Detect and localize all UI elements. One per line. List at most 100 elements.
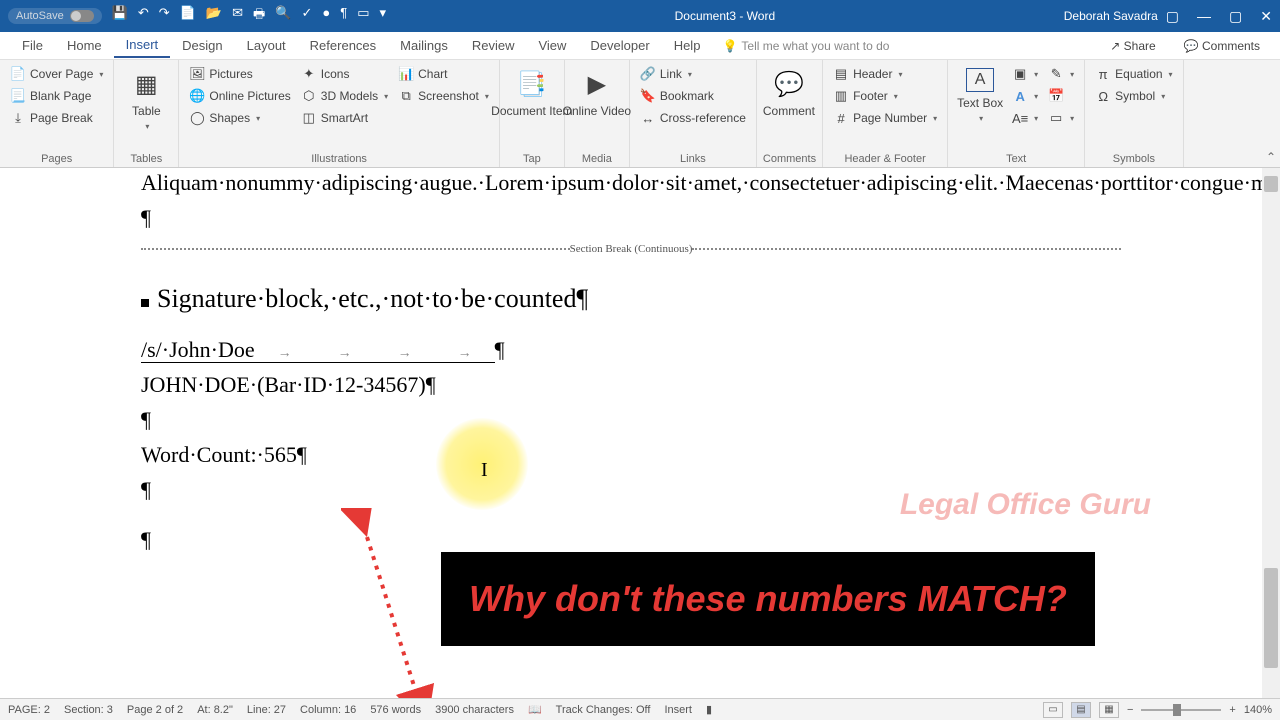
status-line[interactable]: Line: 27 xyxy=(247,704,286,716)
status-page[interactable]: PAGE: 2 xyxy=(8,704,50,716)
comments-button[interactable]: 💬 Comments xyxy=(1174,36,1270,56)
print-icon[interactable]: 🖶 xyxy=(253,5,265,27)
tab-mailings[interactable]: Mailings xyxy=(388,34,460,57)
spell-icon[interactable]: ✓ xyxy=(301,5,312,27)
zoom-out-button[interactable]: − xyxy=(1127,704,1133,716)
autosave-toggle[interactable]: AutoSave xyxy=(8,8,102,24)
tab-layout[interactable]: Layout xyxy=(235,34,298,57)
quick-parts-button[interactable]: ▣▾ xyxy=(1008,64,1042,84)
blank-page-button[interactable]: 📃Blank Page xyxy=(6,86,107,106)
text-box-icon: A xyxy=(966,68,994,92)
tab-design[interactable]: Design xyxy=(170,34,234,57)
view-read-mode[interactable]: ▭ xyxy=(1043,702,1063,718)
cross-reference-button[interactable]: ↔Cross-reference xyxy=(636,108,750,128)
status-macro-icon[interactable]: ▮ xyxy=(706,703,712,716)
online-video-button[interactable]: ▶Online Video xyxy=(571,64,623,122)
text-box-button[interactable]: AText Box▾ xyxy=(954,64,1006,128)
drop-cap-button[interactable]: A≡▾ xyxy=(1008,108,1042,128)
tab-help[interactable]: Help xyxy=(662,34,713,57)
comment-button[interactable]: 💬Comment xyxy=(763,64,815,122)
preview-icon[interactable]: 🔍 xyxy=(275,5,291,27)
date-time-button[interactable]: 📅 xyxy=(1044,86,1078,106)
save-icon[interactable]: 💾 xyxy=(112,5,128,27)
wordart-button[interactable]: A▾ xyxy=(1008,86,1042,106)
header-button[interactable]: ▤Header▾ xyxy=(829,64,941,84)
bookmark-icon: 🔖 xyxy=(640,88,656,104)
pilcrow-icon xyxy=(495,337,505,362)
tab-references[interactable]: References xyxy=(298,34,388,57)
status-insert-mode[interactable]: Insert xyxy=(664,704,692,716)
scroll-up-button[interactable] xyxy=(1264,176,1278,192)
tab-developer[interactable]: Developer xyxy=(578,34,661,57)
link-icon: 🔗 xyxy=(640,66,656,82)
document-item-button[interactable]: 📑Document Item xyxy=(506,64,558,122)
zoom-in-button[interactable]: + xyxy=(1229,704,1235,716)
tab-file[interactable]: File xyxy=(10,34,55,57)
close-icon[interactable]: ✕ xyxy=(1260,8,1272,25)
bookmark-button[interactable]: 🔖Bookmark xyxy=(636,86,750,106)
status-track-changes[interactable]: Track Changes: Off xyxy=(556,704,651,716)
status-page-of[interactable]: Page 2 of 2 xyxy=(127,704,183,716)
tab-review[interactable]: Review xyxy=(460,34,527,57)
group-tap-label: Tap xyxy=(506,151,558,165)
pilcrow-icon xyxy=(141,205,151,230)
zoom-level[interactable]: 140% xyxy=(1244,704,1272,716)
table-button[interactable]: ▦Table▾ xyxy=(120,64,172,135)
footer-button[interactable]: ▥Footer▾ xyxy=(829,86,941,106)
blank-page-label: Blank Page xyxy=(30,89,91,103)
status-column[interactable]: Column: 16 xyxy=(300,704,356,716)
smartart-button[interactable]: ◫SmartArt xyxy=(297,108,392,128)
share-button[interactable]: ↗ Share xyxy=(1100,36,1165,56)
3d-models-button[interactable]: ⬡3D Models▾ xyxy=(297,86,392,106)
status-at[interactable]: At: 8.2" xyxy=(197,704,233,716)
zoom-slider[interactable] xyxy=(1141,709,1221,711)
page-number-button[interactable]: #Page Number▾ xyxy=(829,108,941,128)
status-spell-icon[interactable]: 📖 xyxy=(528,703,542,716)
table-icon: ▦ xyxy=(130,68,162,100)
status-chars[interactable]: 3900 characters xyxy=(435,704,514,716)
pictures-button[interactable]: 🖼Pictures xyxy=(185,64,294,84)
new-icon[interactable]: 📄 xyxy=(180,5,196,27)
tab-insert[interactable]: Insert xyxy=(114,33,171,58)
chart-icon: 📊 xyxy=(398,66,414,82)
chart-button[interactable]: 📊Chart xyxy=(394,64,493,84)
email-icon[interactable]: ✉ xyxy=(232,5,243,27)
online-pictures-button[interactable]: 🌐Online Pictures xyxy=(185,86,294,106)
page-break-button[interactable]: ⤓Page Break xyxy=(6,108,107,128)
screenshot-button[interactable]: ⧉Screenshot▾ xyxy=(394,86,493,106)
macro-icon[interactable]: ● xyxy=(322,5,330,27)
screenshot-icon: ⧉ xyxy=(398,88,414,104)
icons-button[interactable]: ✦Icons xyxy=(297,64,392,84)
ribbon-collapse-icon[interactable]: ⌃ xyxy=(1266,150,1276,164)
equation-button[interactable]: πEquation▾ xyxy=(1091,64,1176,84)
cover-page-button[interactable]: 📄Cover Page▾ xyxy=(6,64,107,84)
bar-id-text: JOHN·DOE·(Bar·ID·12-34567) xyxy=(141,372,426,397)
user-name[interactable]: Deborah Savadra xyxy=(1064,9,1158,23)
shapes-button[interactable]: ◯Shapes▾ xyxy=(185,108,294,128)
view-print-layout[interactable]: ▤ xyxy=(1071,702,1091,718)
minimize-icon[interactable]: — xyxy=(1197,8,1211,25)
window-icon[interactable]: ▭ xyxy=(357,5,369,27)
view-web-layout[interactable]: ▦ xyxy=(1099,702,1119,718)
empty-paragraph xyxy=(141,405,1121,436)
signature-line-button[interactable]: ✎▾ xyxy=(1044,64,1078,84)
maximize-icon[interactable]: ▢ xyxy=(1229,8,1242,25)
status-section[interactable]: Section: 3 xyxy=(64,704,113,716)
object-button[interactable]: ▭▾ xyxy=(1044,108,1078,128)
ribbon-display-icon[interactable]: ▢ xyxy=(1166,8,1179,25)
open-icon[interactable]: 📂 xyxy=(206,5,222,27)
tab-home[interactable]: Home xyxy=(55,34,114,57)
undo-icon[interactable]: ↶ xyxy=(138,5,149,27)
scroll-thumb[interactable] xyxy=(1264,568,1278,668)
status-words[interactable]: 576 words xyxy=(370,704,421,716)
symbol-button[interactable]: ΩSymbol▾ xyxy=(1091,86,1176,106)
redo-icon[interactable]: ↷ xyxy=(159,5,170,27)
drop-cap-icon: A≡ xyxy=(1012,110,1028,126)
para-icon[interactable]: ¶ xyxy=(340,5,347,27)
tell-me-search[interactable]: 💡Tell me what you want to do xyxy=(722,39,889,53)
document-area[interactable]: Aliquam·nonummy·adipiscing·augue.·Lorem·… xyxy=(0,168,1262,698)
vertical-scrollbar[interactable] xyxy=(1262,168,1280,698)
signature-icon: ✎ xyxy=(1048,66,1064,82)
tab-view[interactable]: View xyxy=(526,34,578,57)
link-button[interactable]: 🔗Link▾ xyxy=(636,64,750,84)
